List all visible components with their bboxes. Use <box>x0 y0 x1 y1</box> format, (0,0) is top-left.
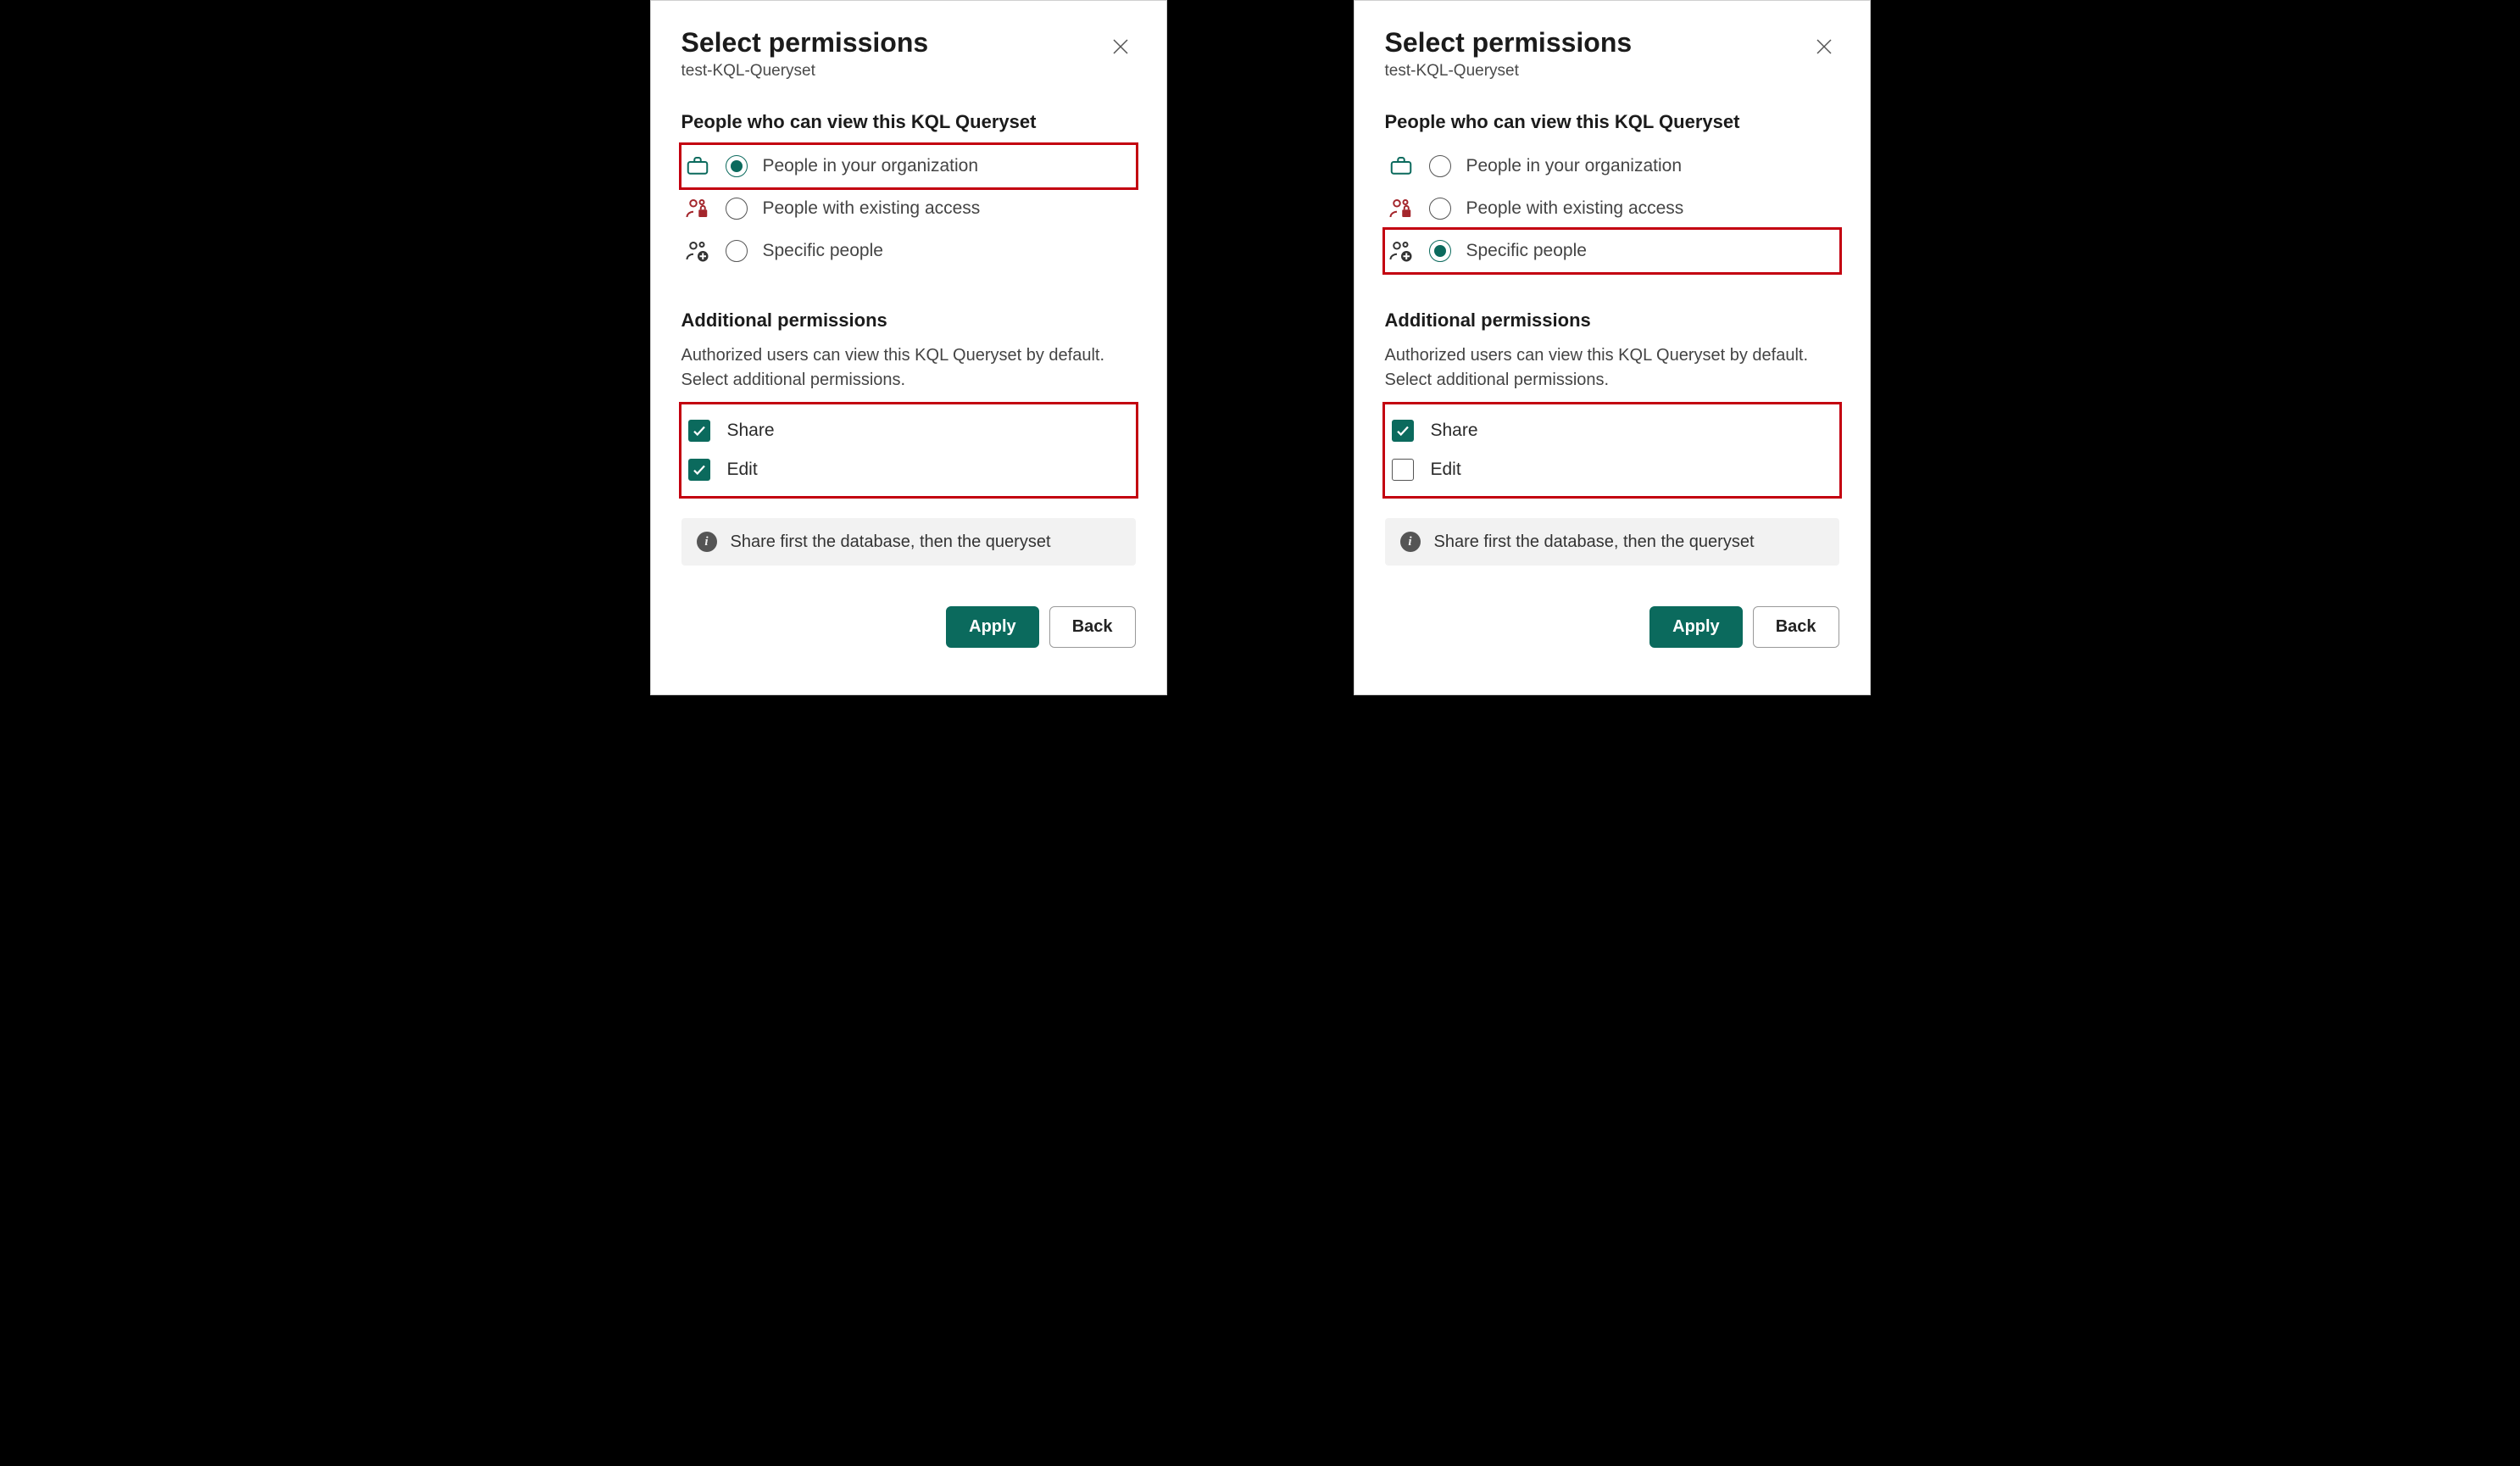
close-button[interactable] <box>1105 31 1136 64</box>
info-icon: i <box>697 532 717 552</box>
people-lock-icon <box>1388 196 1414 221</box>
close-icon <box>1814 47 1834 59</box>
view-section-heading: People who can view this KQL Queryset <box>681 111 1136 133</box>
checkbox-label: Share <box>727 421 775 441</box>
radio-option-existing-access[interactable]: People with existing access <box>681 187 1136 230</box>
info-message: i Share first the database, then the que… <box>1385 518 1839 566</box>
checkbox-label: Edit <box>727 460 758 480</box>
checkbox-label: Edit <box>1431 460 1461 480</box>
apply-button[interactable]: Apply <box>1649 606 1743 648</box>
radio-label: People with existing access <box>763 198 981 219</box>
dialog-title: Select permissions <box>1385 26 1633 59</box>
checkbox-input[interactable] <box>688 420 710 442</box>
checkbox-option-edit[interactable]: Edit <box>688 450 1132 489</box>
additional-permissions-group: Share Edit <box>1385 404 1839 496</box>
radio-option-organization[interactable]: People in your organization <box>681 145 1136 187</box>
permissions-section-heading: Additional permissions <box>681 309 1136 332</box>
radio-option-organization[interactable]: People in your organization <box>1385 145 1839 187</box>
radio-label: People in your organization <box>763 156 979 176</box>
radio-input[interactable] <box>726 155 748 177</box>
checkbox-input[interactable] <box>1392 459 1414 481</box>
info-icon: i <box>1400 532 1421 552</box>
radio-input[interactable] <box>1429 198 1451 220</box>
people-add-icon <box>685 238 710 264</box>
radio-option-specific-people[interactable]: Specific people <box>1385 230 1839 272</box>
briefcase-icon <box>1388 153 1414 179</box>
dialog-subtitle: test-KQL-Queryset <box>1385 62 1633 81</box>
radio-label: People with existing access <box>1466 198 1684 219</box>
radio-label: People in your organization <box>1466 156 1683 176</box>
radio-option-existing-access[interactable]: People with existing access <box>1385 187 1839 230</box>
checkbox-option-edit[interactable]: Edit <box>1392 450 1836 489</box>
info-text: Share first the database, then the query… <box>1434 532 1755 552</box>
checkbox-input[interactable] <box>1392 420 1414 442</box>
checkbox-input[interactable] <box>688 459 710 481</box>
briefcase-icon <box>685 153 710 179</box>
close-button[interactable] <box>1809 31 1839 64</box>
additional-permissions-group: Share Edit <box>681 404 1136 496</box>
close-icon <box>1110 47 1131 59</box>
checkbox-option-share[interactable]: Share <box>688 411 1132 450</box>
permissions-panel-right: Select permissions test-KQL-Queryset Peo… <box>1354 0 1871 695</box>
apply-button[interactable]: Apply <box>946 606 1039 648</box>
radio-input[interactable] <box>726 198 748 220</box>
back-button[interactable]: Back <box>1049 606 1136 648</box>
radio-input[interactable] <box>726 240 748 262</box>
permissions-description: Authorized users can view this KQL Query… <box>1385 343 1839 393</box>
checkbox-label: Share <box>1431 421 1478 441</box>
dialog-subtitle: test-KQL-Queryset <box>681 62 929 81</box>
people-add-icon <box>1388 238 1414 264</box>
permissions-description: Authorized users can view this KQL Query… <box>681 343 1136 393</box>
view-section-heading: People who can view this KQL Queryset <box>1385 111 1839 133</box>
dialog-title: Select permissions <box>681 26 929 59</box>
info-text: Share first the database, then the query… <box>731 532 1051 552</box>
radio-label: Specific people <box>1466 241 1587 261</box>
radio-input[interactable] <box>1429 240 1451 262</box>
info-message: i Share first the database, then the que… <box>681 518 1136 566</box>
permissions-section-heading: Additional permissions <box>1385 309 1839 332</box>
radio-input[interactable] <box>1429 155 1451 177</box>
permissions-panel-left: Select permissions test-KQL-Queryset Peo… <box>650 0 1167 695</box>
checkbox-option-share[interactable]: Share <box>1392 411 1836 450</box>
back-button[interactable]: Back <box>1753 606 1839 648</box>
radio-option-specific-people[interactable]: Specific people <box>681 230 1136 272</box>
people-lock-icon <box>685 196 710 221</box>
radio-label: Specific people <box>763 241 883 261</box>
